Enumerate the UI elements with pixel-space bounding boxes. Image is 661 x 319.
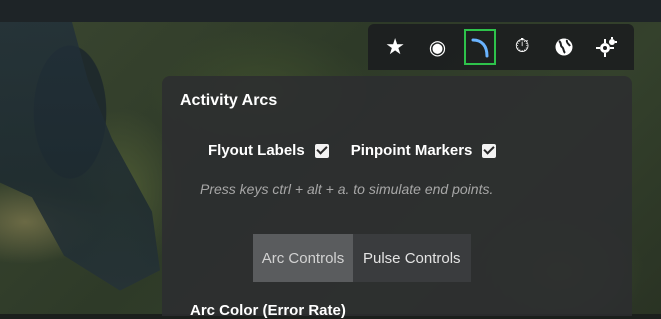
panel-title: Activity Arcs [180,92,278,109]
globe-icon [555,38,573,56]
target-tool-button[interactable]: ◉ [421,29,453,65]
target-icon: ◉ [428,36,447,59]
settings-tool-button[interactable] [591,29,623,65]
top-bar [0,0,661,23]
arc-color-section-title: Arc Color (Error Rate) [190,302,346,319]
activity-arcs-panel: Activity Arcs Flyout Labels Pinpoint Mar… [162,76,632,319]
options-row: Flyout Labels Pinpoint Markers [208,142,518,159]
pinpoint-markers-checkbox[interactable] [482,143,497,158]
stopwatch-tool-button[interactable]: ⏱ [506,29,538,65]
controls-tabs: Arc Controls Pulse Controls [253,234,471,282]
pinpoint-markers-label: Pinpoint Markers [350,142,473,159]
flyout-labels-label: Flyout Labels [208,142,305,159]
globe-tool-button[interactable] [548,29,580,65]
star-tool-button[interactable]: ★ [379,29,411,65]
flyout-labels-checkbox[interactable] [314,143,329,158]
arc-icon [471,38,489,58]
toolbar: ★ ◉ ⏱ [368,24,634,70]
tab-pulse-controls[interactable]: Pulse Controls [353,234,471,282]
tab-arc-controls[interactable]: Arc Controls [253,234,353,282]
stopwatch-icon: ⏱ [514,36,530,57]
arc-tool-button[interactable] [463,29,496,65]
star-icon: ★ [385,34,406,59]
settings-icon [595,37,617,57]
hint-text: Press keys ctrl + alt + a. to simulate e… [200,181,494,197]
